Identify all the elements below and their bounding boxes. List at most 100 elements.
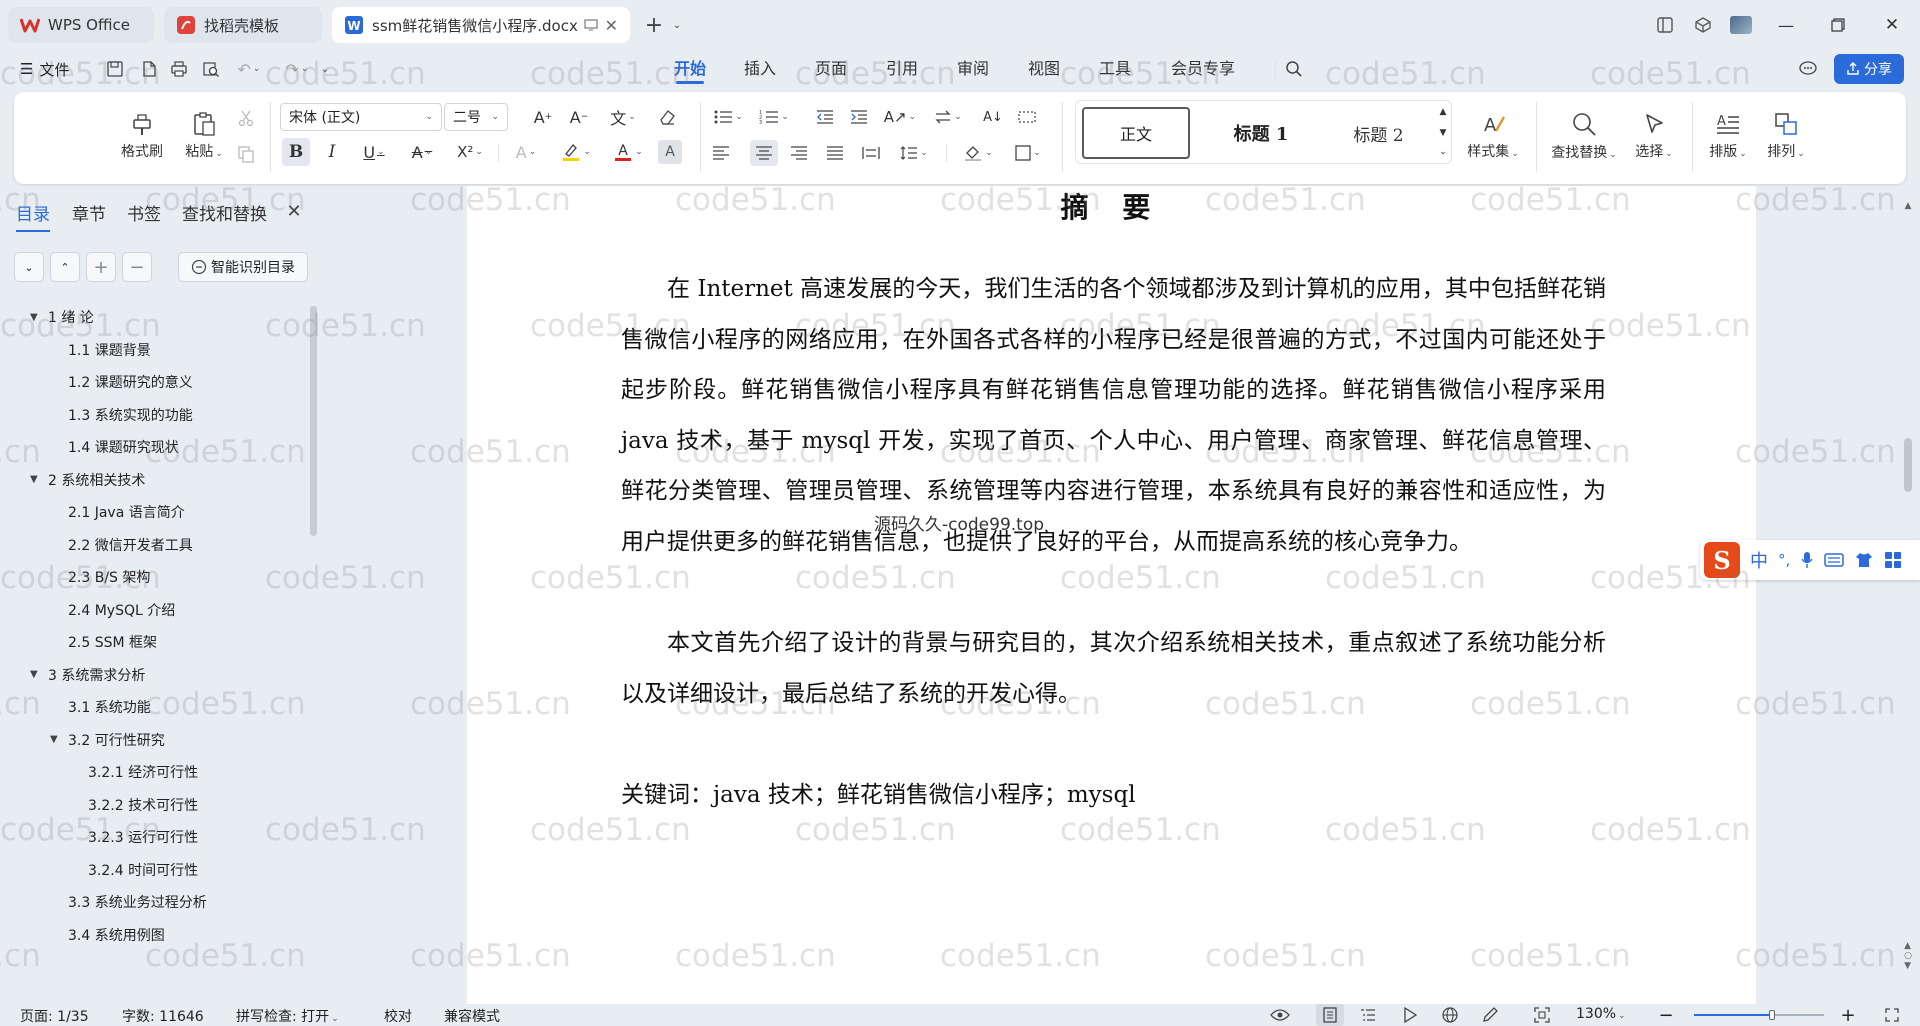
page-view-icon[interactable]: [1316, 1004, 1344, 1026]
keyboard-icon[interactable]: [1824, 552, 1845, 568]
grow-font-icon[interactable]: A +: [530, 104, 556, 130]
nav-tab-find-replace[interactable]: 查找和替换: [182, 200, 267, 225]
undo-icon[interactable]: ↶ ⌄: [234, 58, 264, 80]
tab-insert[interactable]: 插入: [744, 50, 776, 88]
distributed-icon[interactable]: [858, 140, 884, 166]
ime-mode[interactable]: 中: [1750, 547, 1768, 573]
print-preview-icon[interactable]: [200, 58, 222, 80]
find-replace-button[interactable]: 查找替换 ⌄: [1546, 102, 1622, 170]
arrange-button[interactable]: 排列 ⌄: [1758, 102, 1814, 170]
document-scrollbar[interactable]: [1904, 438, 1912, 492]
tab-wps-office[interactable]: WPS Office: [8, 7, 154, 43]
expand-arrow-icon[interactable]: ▼: [30, 474, 38, 485]
remove-heading-icon[interactable]: −: [122, 252, 152, 282]
file-menu[interactable]: ☰ 文件: [20, 58, 69, 80]
style-heading-1[interactable]: 标题 1: [1206, 107, 1316, 159]
toc-item[interactable]: 2.3 B/S 架构: [68, 567, 150, 587]
show-marks-icon[interactable]: [1014, 104, 1040, 130]
minimize-icon[interactable]: —: [1760, 6, 1812, 44]
text-direction-icon[interactable]: A͏↗ ⌄: [880, 104, 920, 130]
zoom-slider-thumb[interactable]: [1769, 1010, 1775, 1020]
page-count[interactable]: 页面: 1/35: [20, 1006, 89, 1026]
zoom-in-icon[interactable]: +: [1838, 1004, 1858, 1026]
superscript-button[interactable]: X² ⌄: [450, 138, 490, 166]
toc-item[interactable]: 3.2.4 时间可行性: [88, 860, 198, 880]
toc-item[interactable]: ▼ 3 系统需求分析: [30, 665, 145, 685]
text-effect-button[interactable]: A ⌄: [506, 138, 546, 166]
tab-membership[interactable]: 会员专享: [1171, 50, 1235, 88]
print-icon[interactable]: [168, 58, 190, 80]
export-pdf-icon[interactable]: [138, 58, 160, 80]
bullet-list-icon[interactable]: ⌄: [708, 104, 748, 130]
italic-button[interactable]: I: [318, 138, 346, 166]
bold-button[interactable]: B: [282, 138, 310, 166]
toc-item[interactable]: 2.2 微信开发者工具: [68, 535, 193, 555]
expand-arrow-icon[interactable]: ▼: [30, 312, 38, 323]
clear-format-icon[interactable]: [654, 104, 680, 130]
font-name-select[interactable]: 宋体 (正文) ⌄: [280, 103, 442, 131]
align-left-icon[interactable]: [708, 140, 734, 166]
tab-references[interactable]: 引用: [886, 50, 918, 88]
scroll-up-icon[interactable]: ▲: [1437, 103, 1449, 121]
sogou-logo-icon[interactable]: S: [1704, 542, 1740, 578]
cube-icon[interactable]: [1684, 6, 1722, 44]
proofread-button[interactable]: 校对: [384, 1006, 412, 1026]
close-tab-icon[interactable]: ✕: [605, 16, 618, 35]
toc-item[interactable]: 1.3 系统实现的功能: [68, 405, 193, 425]
scroll-up-arrow-icon[interactable]: ▲: [1902, 200, 1914, 212]
paste-button[interactable]: 粘贴 ⌄: [176, 102, 232, 170]
style-heading-2[interactable]: 标题 2: [1326, 107, 1431, 159]
toc-item[interactable]: ▼ 1 绪 论: [30, 307, 94, 327]
style-normal[interactable]: 正文: [1082, 107, 1190, 159]
sidebar-toggle-icon[interactable]: [1646, 6, 1684, 44]
expand-up-icon[interactable]: ⌃: [50, 252, 80, 282]
tab-docer-templates[interactable]: 找稻壳模板: [164, 7, 322, 43]
scroll-down-icon[interactable]: ▼: [1437, 124, 1449, 142]
add-heading-icon[interactable]: +: [86, 252, 116, 282]
comment-icon[interactable]: [1796, 58, 1820, 80]
skin-icon[interactable]: [1854, 551, 1874, 569]
nav-scrollbar[interactable]: [310, 306, 317, 536]
toc-item[interactable]: 3.4 系统用例图: [68, 925, 165, 945]
decrease-indent-icon[interactable]: [812, 104, 838, 130]
share-button[interactable]: 分享: [1834, 54, 1904, 84]
phonetic-guide-icon[interactable]: 文 ⌄: [602, 104, 644, 130]
close-window-icon[interactable]: ✕: [1864, 6, 1920, 44]
save-icon[interactable]: [104, 58, 126, 80]
style-set-button[interactable]: A 样式集 ⌄: [1462, 102, 1524, 170]
toc-item[interactable]: 2.1 Java 语言简介: [68, 502, 185, 522]
toc-item[interactable]: 1.4 课题研究现状: [68, 437, 179, 457]
tab-view[interactable]: 视图: [1028, 50, 1060, 88]
justify-icon[interactable]: [822, 140, 848, 166]
toc-item[interactable]: ▼ 2 系统相关技术: [30, 470, 145, 490]
borders-icon[interactable]: ⌄: [1008, 140, 1048, 166]
toc-item[interactable]: 1.2 课题研究的意义: [68, 372, 193, 392]
avatar[interactable]: [1722, 6, 1760, 44]
font-color-button[interactable]: A ⌄: [606, 138, 650, 166]
nav-tab-chapters[interactable]: 章节: [72, 200, 106, 225]
cut-icon[interactable]: [234, 106, 258, 130]
page-nav-arrows-icon[interactable]: ▲ ○ ▼: [1902, 926, 1914, 986]
toc-item[interactable]: 1.1 课题背景: [68, 340, 151, 360]
expand-arrow-icon[interactable]: ▼: [30, 669, 38, 680]
shading-icon[interactable]: ⌄: [956, 140, 1000, 166]
copy-icon[interactable]: [234, 142, 258, 166]
more-styles-icon[interactable]: ⌄: [1437, 143, 1449, 161]
search-icon[interactable]: [1282, 58, 1306, 80]
eye-protect-icon[interactable]: [1268, 1004, 1292, 1026]
document-page[interactable]: 摘 要 在 Internet 高速发展的今天，我们生活的各个领域都涉及到计算机的…: [467, 186, 1756, 1004]
microphone-icon[interactable]: [1800, 551, 1814, 569]
toc-item[interactable]: 2.5 SSM 框架: [68, 632, 157, 652]
toc-item[interactable]: ▼ 3.2 可行性研究: [50, 730, 165, 750]
highlight-color-button[interactable]: ⌄: [554, 138, 598, 166]
ime-punctuation[interactable]: °,: [1778, 551, 1790, 569]
tab-home[interactable]: 开始: [674, 50, 706, 88]
toc-item[interactable]: 3.2.2 技术可行性: [88, 795, 198, 815]
redo-icon[interactable]: ↷ ⌄: [282, 58, 312, 80]
spell-check-toggle[interactable]: 拼写检查: 打开 ⌄: [236, 1006, 339, 1026]
zoom-level[interactable]: 130% ⌄: [1576, 1006, 1626, 1022]
outline-view-icon[interactable]: [1356, 1004, 1380, 1026]
sort-icon[interactable]: A↓: [980, 104, 1006, 130]
numbered-list-icon[interactable]: 1 2 3 ⌄: [754, 104, 794, 130]
tab-page[interactable]: 页面: [815, 50, 847, 88]
